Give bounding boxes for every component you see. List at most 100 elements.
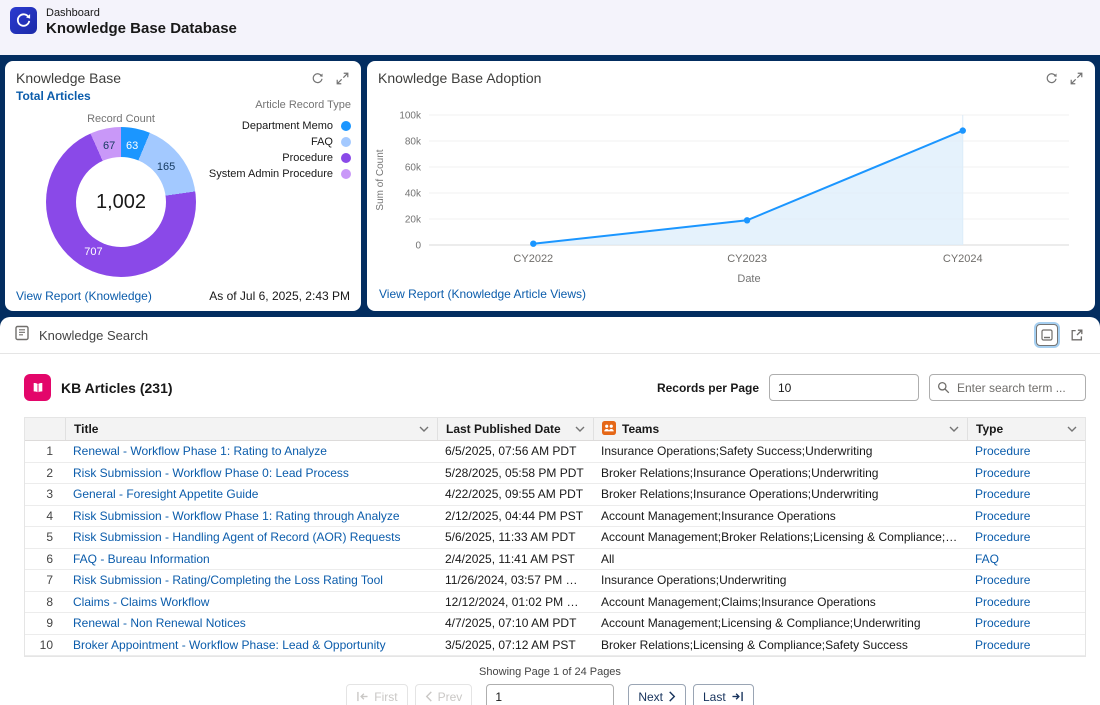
adoption-line-chart[interactable]: 020k40k60k80k100kCY2022CY2023CY2024DateS… bbox=[371, 95, 1077, 287]
svg-text:Sum of Count: Sum of Count bbox=[375, 149, 386, 210]
article-title-link[interactable]: Broker Appointment - Workflow Phase: Lea… bbox=[73, 638, 386, 652]
published-date: 12/12/2024, 01:02 PM PST bbox=[437, 595, 593, 609]
pagination-status: Showing Page 1 of 24 Pages bbox=[0, 666, 1100, 678]
dashboard-band: Knowledge Base Total Articles Record Cou… bbox=[0, 55, 1100, 317]
article-title-cell: Claims - Claims Workflow bbox=[65, 595, 437, 609]
type-link[interactable]: Procedure bbox=[975, 487, 1030, 501]
table-header-row: Title Last Published Date Teams Type bbox=[25, 418, 1085, 441]
expand-icon[interactable] bbox=[336, 72, 349, 85]
article-title-cell: Risk Submission - Workflow Phase 1: Rati… bbox=[65, 509, 437, 523]
donut-segment-value: 165 bbox=[157, 161, 175, 173]
knowledge-search-panel: Knowledge Search KB Articles (231) Recor… bbox=[0, 317, 1100, 705]
chevron-down-icon[interactable] bbox=[1067, 426, 1077, 432]
adoption-panel: Knowledge Base Adoption 020k40k60k80k100… bbox=[367, 61, 1095, 311]
type-cell: Procedure bbox=[967, 466, 1085, 480]
legend-label: System Admin Procedure bbox=[209, 168, 333, 180]
article-title-link[interactable]: Renewal - Workflow Phase 1: Rating to An… bbox=[73, 444, 327, 458]
view-report-article-views-link[interactable]: View Report (Knowledge Article Views) bbox=[379, 287, 586, 301]
expand-icon[interactable] bbox=[1070, 72, 1083, 85]
type-link[interactable]: FAQ bbox=[975, 552, 999, 566]
refresh-icon[interactable] bbox=[311, 72, 324, 85]
next-page-button[interactable]: Next bbox=[628, 684, 686, 705]
legend-item[interactable]: FAQ bbox=[209, 134, 351, 150]
svg-text:CY2022: CY2022 bbox=[513, 253, 553, 265]
type-column-header[interactable]: Type bbox=[967, 418, 1085, 440]
view-report-knowledge-link[interactable]: View Report (Knowledge) bbox=[16, 289, 152, 303]
page-number-input[interactable] bbox=[486, 684, 614, 705]
first-page-button[interactable]: First bbox=[346, 684, 407, 705]
article-title-link[interactable]: FAQ - Bureau Information bbox=[73, 552, 210, 566]
type-link[interactable]: Procedure bbox=[975, 638, 1030, 652]
published-date: 2/4/2025, 11:41 AM PST bbox=[437, 552, 593, 566]
chevron-down-icon[interactable] bbox=[949, 426, 959, 432]
last-page-button[interactable]: Last bbox=[693, 684, 754, 705]
type-link[interactable]: Procedure bbox=[975, 595, 1030, 609]
article-title-cell: Renewal - Non Renewal Notices bbox=[65, 616, 437, 630]
table-row: 1 Renewal - Workflow Phase 1: Rating to A… bbox=[25, 441, 1085, 463]
article-title-link[interactable]: Risk Submission - Rating/Completing the … bbox=[73, 573, 383, 587]
svg-text:40k: 40k bbox=[405, 189, 422, 200]
type-link[interactable]: Procedure bbox=[975, 530, 1030, 544]
svg-text:CY2024: CY2024 bbox=[943, 253, 983, 265]
title-column-header[interactable]: Title bbox=[65, 418, 437, 440]
row-number: 1 bbox=[25, 444, 65, 458]
article-title-cell: FAQ - Bureau Information bbox=[65, 552, 437, 566]
article-title-link[interactable]: Renewal - Non Renewal Notices bbox=[73, 616, 246, 630]
article-title-link[interactable]: Risk Submission - Workflow Phase 1: Rati… bbox=[73, 509, 400, 523]
prev-page-button[interactable]: Prev bbox=[415, 684, 473, 705]
teams-value: Broker Relations;Licensing & Compliance;… bbox=[593, 638, 967, 652]
published-date: 4/22/2025, 09:55 AM PDT bbox=[437, 487, 593, 501]
article-title-link[interactable]: General - Foresight Appetite Guide bbox=[73, 487, 258, 501]
article-title-cell: General - Foresight Appetite Guide bbox=[65, 487, 437, 501]
kb-panel-title: Knowledge Base bbox=[16, 70, 121, 86]
donut-segment-value: 707 bbox=[84, 246, 102, 258]
open-in-new-window-button[interactable] bbox=[1066, 324, 1088, 346]
legend-dot bbox=[341, 169, 351, 179]
article-title-link[interactable]: Claims - Claims Workflow bbox=[73, 595, 209, 609]
row-number: 5 bbox=[25, 530, 65, 544]
type-link[interactable]: Procedure bbox=[975, 466, 1030, 480]
breadcrumb[interactable]: Dashboard bbox=[46, 7, 237, 19]
row-number: 9 bbox=[25, 616, 65, 630]
legend-item[interactable]: System Admin Procedure bbox=[209, 166, 351, 182]
search-input[interactable] bbox=[929, 374, 1086, 401]
teams-column-header[interactable]: Teams bbox=[593, 418, 967, 440]
published-date: 5/6/2025, 11:33 AM PDT bbox=[437, 530, 593, 544]
teams-value: Account Management;Insurance Operations bbox=[593, 509, 967, 523]
teams-value: Broker Relations;Insurance Operations;Un… bbox=[593, 487, 967, 501]
type-link[interactable]: Procedure bbox=[975, 573, 1030, 587]
published-date: 5/28/2025, 05:58 PM PDT bbox=[437, 466, 593, 480]
table-row: 6FAQ - Bureau Information2/4/2025, 11:41… bbox=[25, 549, 1085, 571]
type-link[interactable]: Procedure bbox=[975, 444, 1030, 458]
svg-text:20k: 20k bbox=[405, 215, 422, 226]
records-per-page-input[interactable] bbox=[769, 374, 919, 401]
type-link[interactable]: Procedure bbox=[975, 616, 1030, 630]
article-title-link[interactable]: Risk Submission - Workflow Phase 0: Lead… bbox=[73, 466, 349, 480]
pagination: Showing Page 1 of 24 Pages First Prev Ne… bbox=[0, 666, 1100, 705]
chevron-down-icon[interactable] bbox=[419, 426, 429, 432]
kb-articles-icon bbox=[24, 374, 51, 401]
donut-segment-value: 63 bbox=[126, 140, 138, 152]
date-column-header[interactable]: Last Published Date bbox=[437, 418, 593, 440]
legend-item[interactable]: Department Memo bbox=[209, 118, 351, 134]
svg-text:0: 0 bbox=[415, 241, 421, 252]
article-title-link[interactable]: Risk Submission - Handling Agent of Reco… bbox=[73, 530, 400, 544]
first-page-icon bbox=[356, 691, 369, 702]
svg-text:60k: 60k bbox=[405, 163, 422, 174]
row-number: 3 bbox=[25, 487, 65, 501]
total-articles-link[interactable]: Total Articles bbox=[16, 89, 91, 103]
table-row: 9Renewal - Non Renewal Notices4/7/2025, … bbox=[25, 613, 1085, 635]
kb-articles-row: KB Articles (231) Records per Page bbox=[24, 374, 1086, 401]
donut-chart-title: Record Count bbox=[46, 113, 196, 125]
next-page-icon bbox=[668, 691, 676, 702]
chevron-down-icon[interactable] bbox=[575, 426, 585, 432]
row-number: 10 bbox=[25, 638, 65, 652]
type-link[interactable]: Procedure bbox=[975, 509, 1030, 523]
refresh-icon[interactable] bbox=[1045, 72, 1058, 85]
table-row: 7Risk Submission - Rating/Completing the… bbox=[25, 570, 1085, 592]
legend-item[interactable]: Procedure bbox=[209, 150, 351, 166]
table-row: 10 Broker Appointment - Workflow Phase: L… bbox=[25, 635, 1085, 657]
legend-label: Department Memo bbox=[242, 120, 333, 132]
minimize-button[interactable] bbox=[1036, 324, 1058, 346]
kb-table-body: 1 Renewal - Workflow Phase 1: Rating to A… bbox=[25, 441, 1085, 656]
